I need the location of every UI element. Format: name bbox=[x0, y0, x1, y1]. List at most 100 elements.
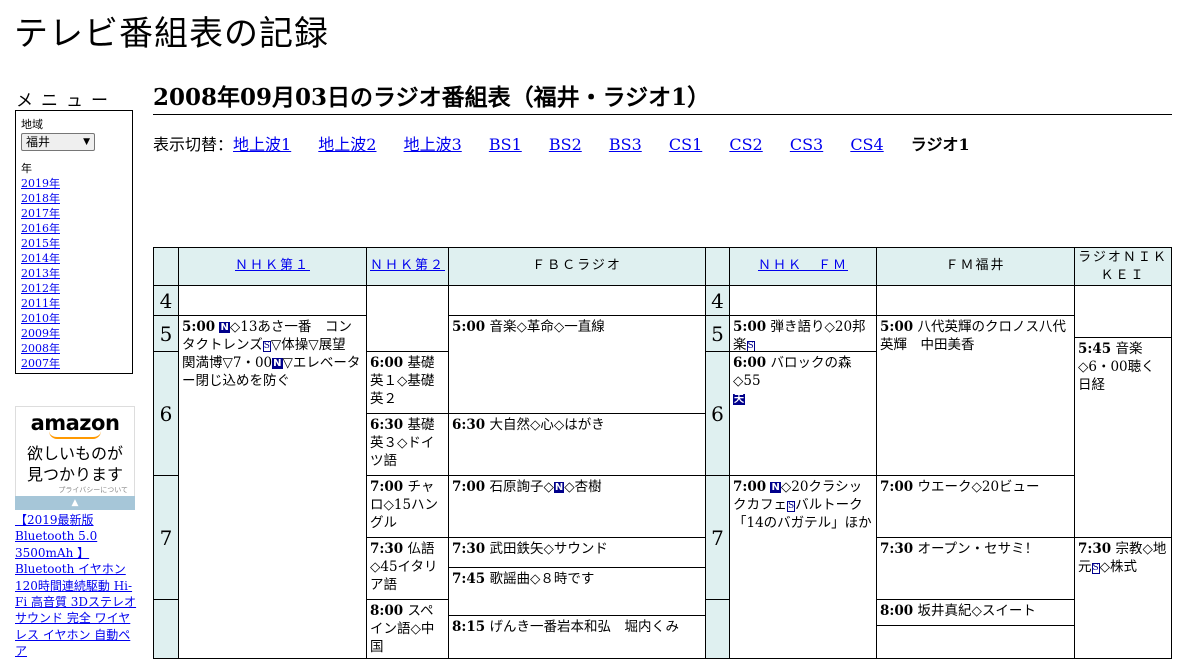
hour-label: 4 bbox=[159, 288, 173, 313]
program-cell-empty bbox=[1074, 285, 1172, 338]
ad-expand-bar[interactable]: ▲ bbox=[15, 496, 135, 510]
news-badge-icon: N bbox=[553, 482, 565, 493]
channel-name-fmfukui: ＦＭ福井 bbox=[945, 258, 1006, 273]
chevron-up-icon: ▲ bbox=[71, 498, 79, 508]
hour-cell: 5 bbox=[153, 315, 179, 352]
hour-label: 6 bbox=[711, 401, 724, 426]
program-title: 大自然◇心◇はがき bbox=[489, 417, 605, 433]
hour-label: 7 bbox=[711, 525, 724, 550]
program-title: 坂井真紀◇スイート bbox=[917, 603, 1036, 619]
amazon-ad-banner[interactable]: amazon 欲しいものが 見つかります プライバシーについて bbox=[15, 406, 135, 510]
year-link-2007[interactable]: 2007年 bbox=[21, 357, 60, 370]
site-title: テレビ番組表の記録 bbox=[14, 14, 329, 54]
year-link-2008[interactable]: 2008年 bbox=[21, 342, 60, 355]
ad-message-line1: 欲しいものが bbox=[26, 444, 123, 463]
hour-label: 6 bbox=[159, 401, 173, 426]
channel-header: ラジオＮＩＫＫＥＩ bbox=[1074, 247, 1172, 286]
program-time: 5:45 bbox=[1078, 341, 1112, 357]
news-badge-icon: N bbox=[272, 358, 283, 369]
year-link-2011[interactable]: 2011年 bbox=[21, 297, 60, 310]
program-time: 7:30 bbox=[1078, 541, 1112, 557]
hour-cell: 6 bbox=[705, 351, 730, 476]
channel-header: ＦＭ福井 bbox=[876, 247, 1075, 286]
switch-link-cs3[interactable]: CS3 bbox=[790, 135, 823, 154]
program-time: 7:00 bbox=[880, 479, 914, 495]
program-cell: 8:00 坂井真紀◇スイート bbox=[876, 599, 1075, 626]
program-cell: 5:00 弾き語り◇20邦楽S bbox=[729, 315, 877, 352]
switch-link-bs2[interactable]: BS2 bbox=[549, 135, 582, 154]
ad-product-link[interactable]: 【2019最新版 Bluetooth 5.0 3500mAh 】Bluetoot… bbox=[15, 512, 137, 660]
ad-privacy-link[interactable]: プライバシーについて bbox=[16, 485, 134, 495]
ad-message: 欲しいものが 見つかります bbox=[16, 443, 134, 485]
hour-cell: 6 bbox=[153, 351, 179, 476]
program-title: 音楽◇革命◇一直線 bbox=[489, 319, 605, 335]
channel-header: ＮＨＫ ＦＭ bbox=[729, 247, 877, 286]
hour-label: 7 bbox=[159, 525, 173, 550]
hour-cell: 5 bbox=[705, 315, 730, 352]
program-cell: 5:00 音楽◇革命◇一直線 bbox=[448, 315, 706, 414]
year-link-2017[interactable]: 2017年 bbox=[21, 207, 60, 220]
year-link-2013[interactable]: 2013年 bbox=[21, 267, 60, 280]
program-time: 7:30 bbox=[880, 541, 914, 557]
channel-link-nhkfm[interactable]: ＮＨＫ ＦＭ bbox=[758, 258, 848, 273]
program-title: げんき一番岩本和弘 堀内くみ bbox=[489, 619, 680, 635]
program-cell-empty bbox=[178, 285, 367, 316]
program-time: 5:00 bbox=[733, 319, 767, 335]
program-title: ウエーク◇20ビュー bbox=[917, 479, 1040, 495]
program-title: 武田鉄矢◇サウンド bbox=[489, 541, 608, 557]
program-time: 7:45 bbox=[452, 571, 486, 587]
hour-label: 5 bbox=[711, 321, 724, 346]
channel-link-nhk2[interactable]: ＮＨＫ第２ bbox=[370, 258, 445, 273]
year-link-2015[interactable]: 2015年 bbox=[21, 237, 60, 250]
program-cell-empty bbox=[729, 285, 877, 316]
program-grid: ＮＨＫ第１ ＮＨＫ第２ ＦＢＣラジオ ＮＨＫ ＦＭ ＦＭ福井 ラジオＮＩＫＫＥＩ… bbox=[153, 247, 1172, 659]
region-select[interactable]: 福井 ▼ bbox=[21, 133, 95, 151]
year-link-2019[interactable]: 2019年 bbox=[21, 177, 60, 190]
switch-link-cs2[interactable]: CS2 bbox=[729, 135, 762, 154]
display-switcher: 表示切替：地上波1 地上波2 地上波3 BS1 BS2 BS3 CS1 CS2 … bbox=[153, 135, 992, 155]
switch-link-bs3[interactable]: BS3 bbox=[609, 135, 642, 154]
chevron-down-icon: ▼ bbox=[83, 137, 90, 147]
program-cell: 7:30 宗教◇地元S◇株式 bbox=[1074, 537, 1172, 659]
channel-header: ＮＨＫ第１ bbox=[178, 247, 367, 286]
year-link-2012[interactable]: 2012年 bbox=[21, 282, 60, 295]
program-cell: 6:00 基礎英１◇基礎英２ bbox=[366, 351, 449, 414]
hour-label: 4 bbox=[711, 288, 724, 313]
year-link-2009[interactable]: 2009年 bbox=[21, 327, 60, 340]
year-link-2016[interactable]: 2016年 bbox=[21, 222, 60, 235]
program-title: オープン・セサミ！ bbox=[917, 541, 1039, 557]
amazon-logo: amazon bbox=[30, 411, 120, 435]
year-link-2018[interactable]: 2018年 bbox=[21, 192, 60, 205]
page-title: 2008年09月03日のラジオ番組表（福井・ラジオ1） bbox=[153, 82, 1172, 115]
program-title-cont: ◇杏樹 bbox=[564, 479, 602, 495]
year-link-2014[interactable]: 2014年 bbox=[21, 252, 60, 265]
switch-link-chijou3[interactable]: 地上波3 bbox=[404, 135, 462, 154]
program-cell: 6:30 基礎英３◇ドイツ語 bbox=[366, 413, 449, 476]
switch-current-radio1: ラジオ1 bbox=[910, 135, 970, 154]
channel-link-nhk1[interactable]: ＮＨＫ第１ bbox=[235, 258, 310, 273]
switch-link-cs1[interactable]: CS1 bbox=[669, 135, 702, 154]
program-time: 7:30 bbox=[452, 541, 486, 557]
year-link-2010[interactable]: 2010年 bbox=[21, 312, 60, 325]
switch-link-cs4[interactable]: CS4 bbox=[850, 135, 883, 154]
grid-corner bbox=[705, 247, 730, 286]
year-label: 年 bbox=[21, 162, 32, 175]
program-time: 5:00 bbox=[182, 319, 216, 335]
program-title-cont: ◇株式 bbox=[1099, 559, 1138, 575]
hour-cell bbox=[153, 599, 179, 659]
hour-cell: 4 bbox=[705, 285, 730, 316]
switch-link-chijou1[interactable]: 地上波1 bbox=[233, 135, 291, 154]
program-cell: 7:00 チャロ◇15ハングル bbox=[366, 475, 449, 538]
switch-link-bs1[interactable]: BS1 bbox=[489, 135, 522, 154]
news-badge-icon: N bbox=[219, 322, 230, 333]
program-cell: 7:30 仏語◇45イタリア語 bbox=[366, 537, 449, 600]
program-cell: 7:30 武田鉄矢◇サウンド bbox=[448, 537, 706, 568]
program-cell: 7:00 石原詢子◇N◇杏樹 bbox=[448, 475, 706, 538]
switcher-prefix: 表示切替： bbox=[153, 135, 234, 154]
program-cell: 6:00 バロックの森◇55 天 bbox=[729, 351, 877, 476]
switch-link-chijou2[interactable]: 地上波2 bbox=[318, 135, 376, 154]
hour-cell bbox=[705, 599, 730, 659]
program-cell-empty bbox=[366, 285, 449, 352]
program-cell: 7:00 ウエーク◇20ビュー bbox=[876, 475, 1075, 538]
program-cell-empty bbox=[448, 285, 706, 316]
